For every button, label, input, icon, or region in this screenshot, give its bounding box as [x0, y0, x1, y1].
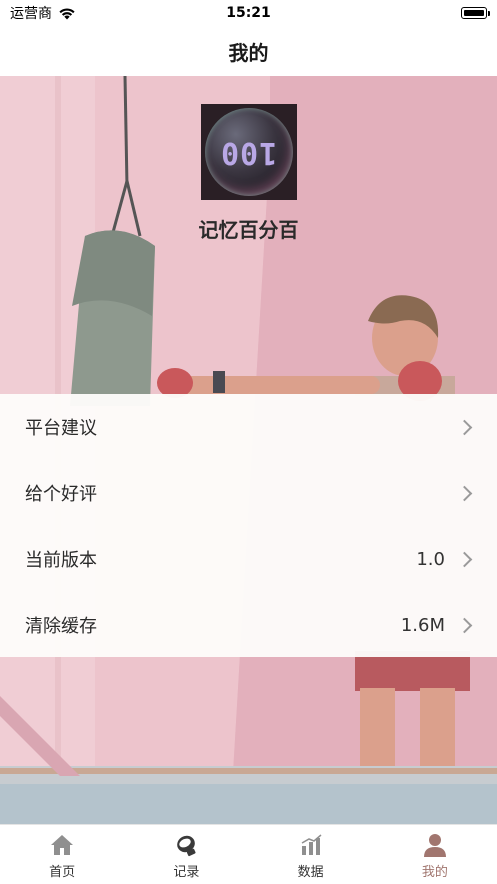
tab-label: 我的	[421, 864, 448, 880]
tab-profile[interactable]: 我的	[373, 825, 497, 884]
wifi-icon	[59, 7, 75, 19]
menu-item-right	[445, 485, 473, 501]
bar-chart-icon	[301, 833, 322, 855]
status-time: 15:21	[226, 5, 271, 21]
tab-label: 首页	[49, 864, 76, 880]
tab-home[interactable]: 首页	[0, 825, 124, 884]
tab-label: 记录	[173, 864, 200, 880]
status-left: 运营商	[0, 3, 76, 23]
chevron-right-icon	[456, 419, 473, 435]
avatar[interactable]: 100	[200, 104, 297, 200]
home-icon	[51, 834, 74, 855]
menu-item-right: 1.6M	[401, 615, 473, 636]
tab-records[interactable]: 记录	[124, 825, 248, 884]
settings-menu: 平台建议 给个好评 当前版本 1.0 清除缓存 1.6M	[0, 394, 497, 657]
tab-data[interactable]: 数据	[249, 825, 373, 884]
profile-section: 100 记忆百分百	[0, 104, 497, 243]
nav-bar: 我的	[0, 26, 497, 76]
menu-item-label: 当前版本	[25, 550, 97, 571]
menu-item-clear-cache[interactable]: 清除缓存 1.6M	[0, 592, 497, 658]
menu-item-right	[445, 419, 473, 435]
tab-bar: 首页 记录 数据 我的	[0, 824, 497, 884]
menu-item-feedback[interactable]: 平台建议	[0, 394, 497, 460]
status-bar: 运营商 15:21	[0, 0, 497, 26]
menu-item-label: 清除缓存	[25, 616, 97, 637]
chevron-right-icon	[456, 485, 473, 501]
chevron-right-icon	[456, 617, 473, 633]
chevron-right-icon	[456, 551, 473, 567]
boxing-glove-icon	[177, 835, 196, 856]
menu-item-version[interactable]: 当前版本 1.0	[0, 526, 497, 592]
avatar-text: 100	[219, 134, 278, 170]
carrier-label: 运营商	[10, 6, 52, 22]
menu-item-label: 平台建议	[25, 418, 97, 439]
version-value: 1.0	[416, 548, 445, 570]
page-title: 我的	[228, 40, 269, 65]
menu-item-label: 给个好评	[25, 484, 97, 505]
cache-size-value: 1.6M	[400, 614, 445, 636]
app-name: 记忆百分百	[198, 218, 299, 242]
tab-label: 数据	[297, 864, 324, 880]
battery-icon	[461, 7, 490, 19]
menu-item-rate[interactable]: 给个好评	[0, 460, 497, 526]
person-icon	[423, 833, 446, 857]
avatar-ball: 100	[204, 108, 293, 196]
menu-item-right: 1.0	[416, 549, 473, 570]
